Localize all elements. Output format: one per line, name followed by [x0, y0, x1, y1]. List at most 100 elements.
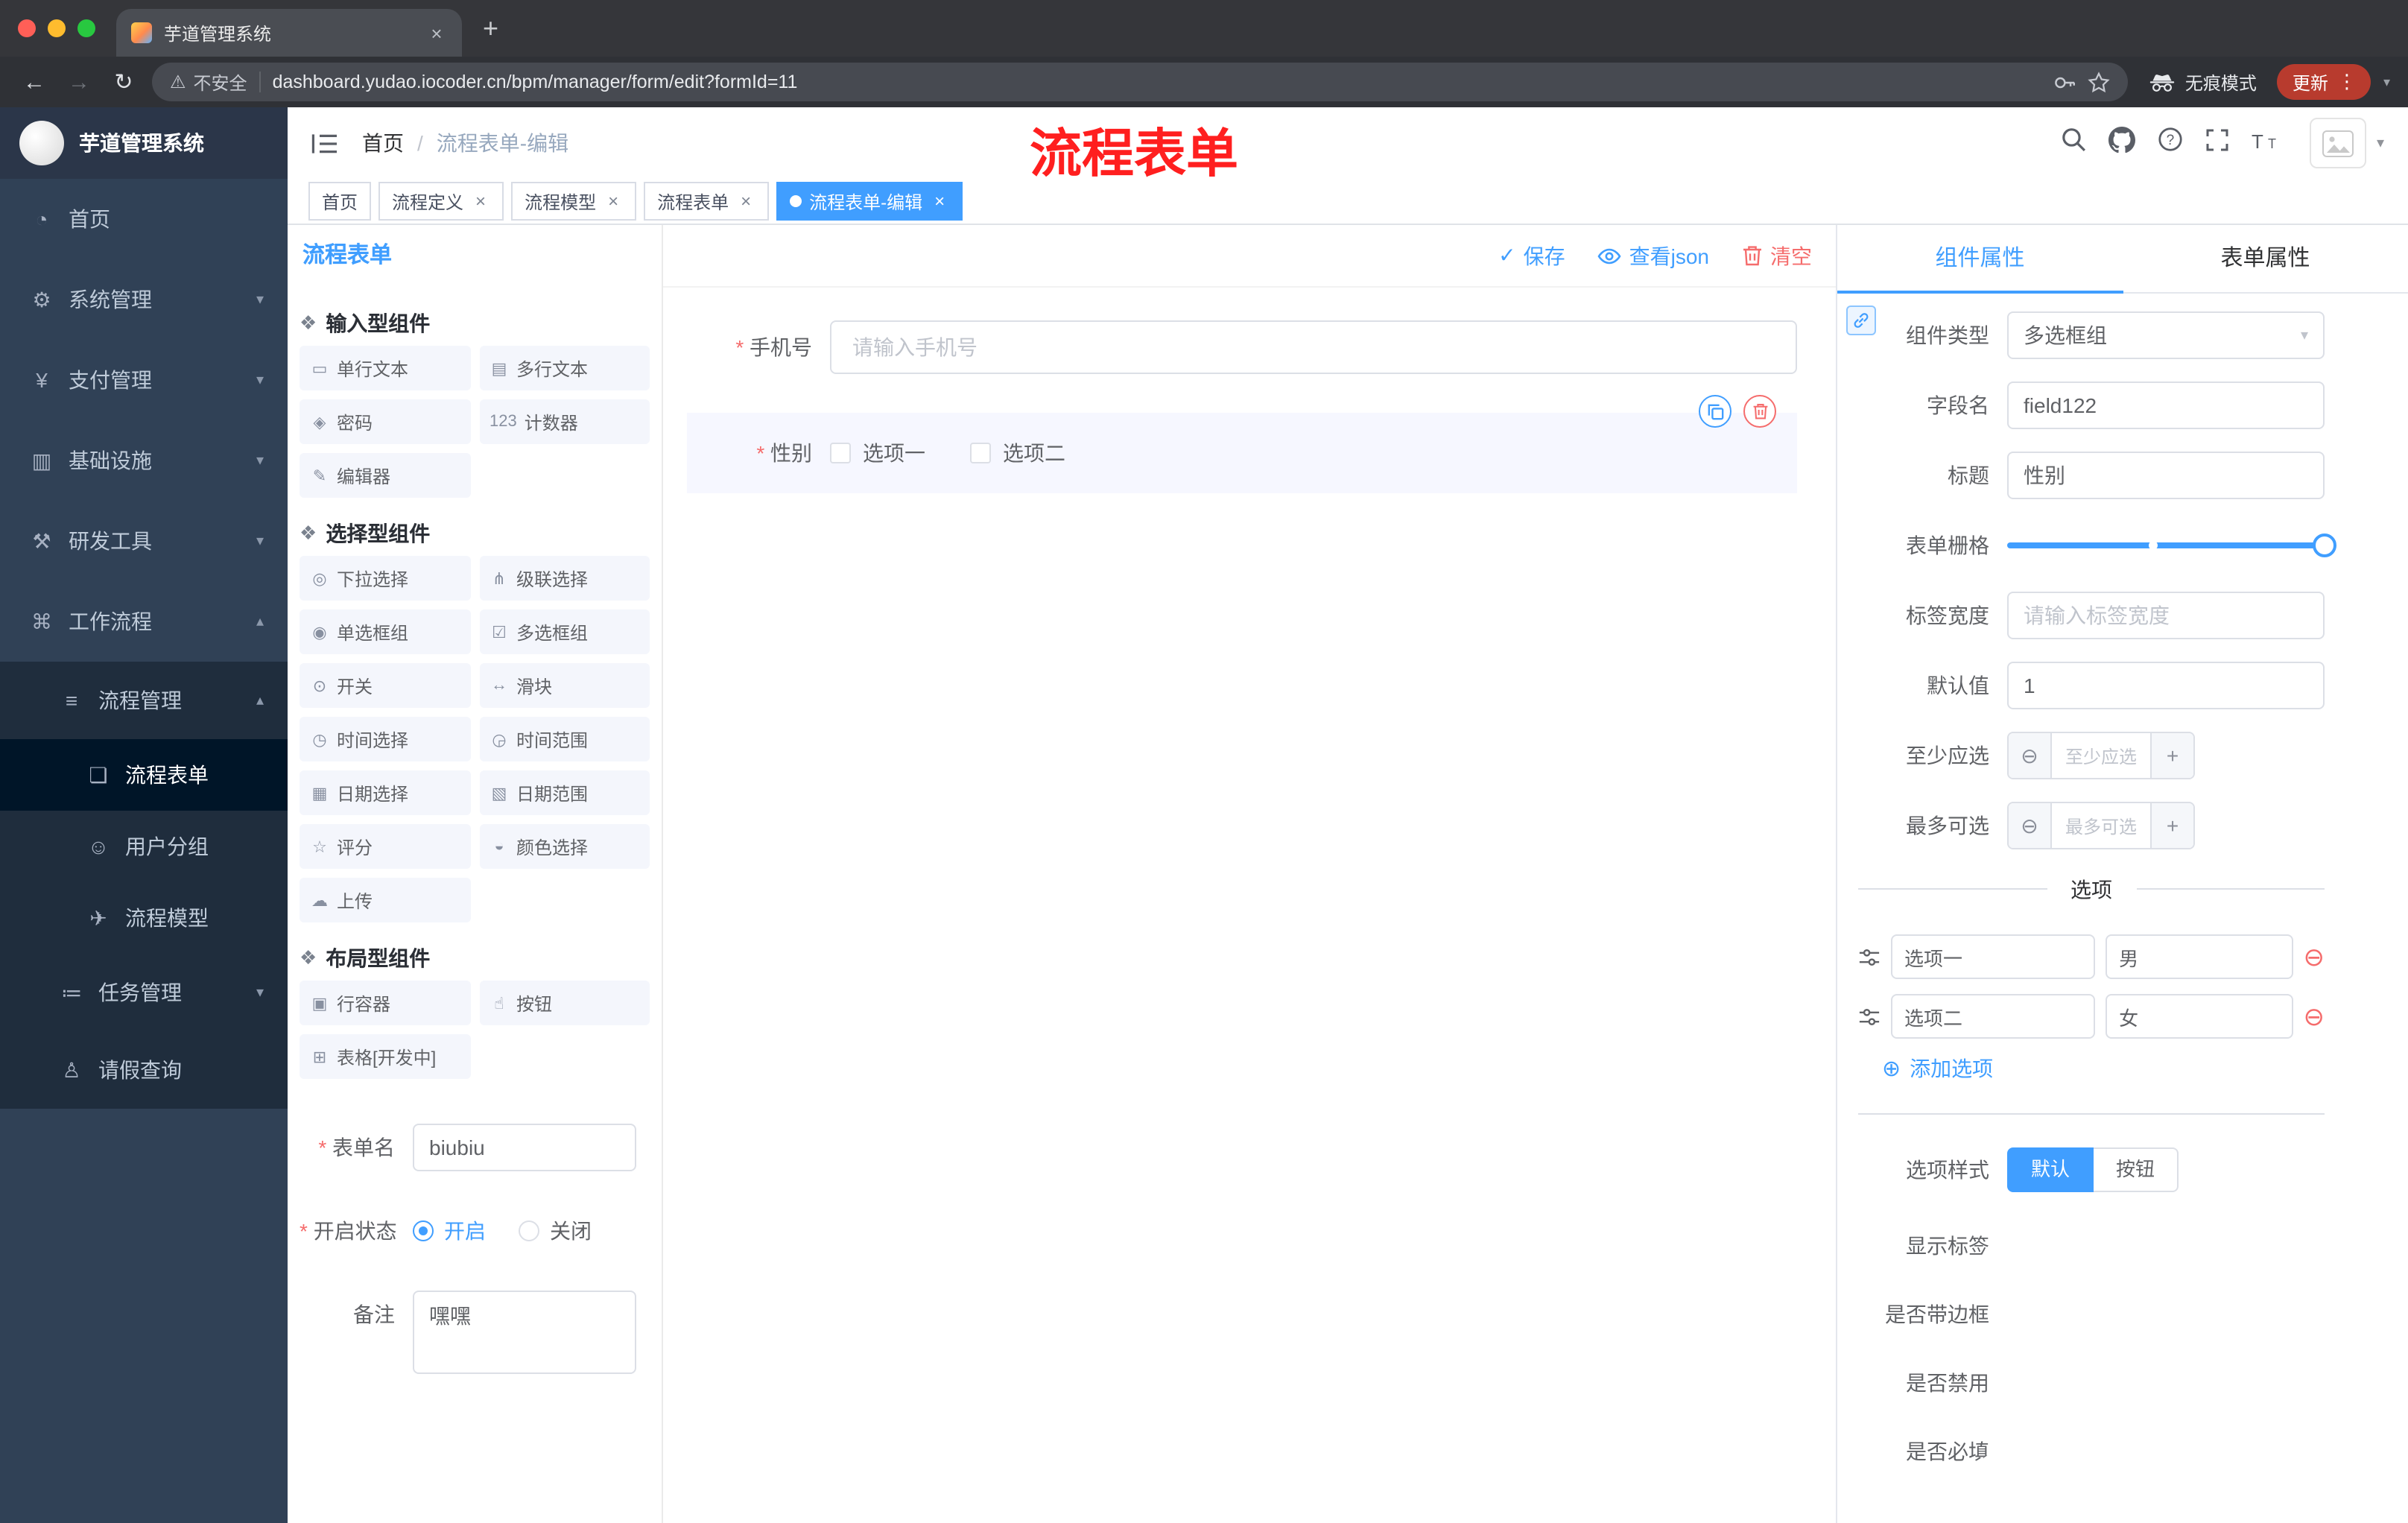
title-input[interactable] [2007, 452, 2325, 499]
help-icon[interactable]: ? [2158, 127, 2183, 159]
tag-close-icon[interactable]: × [603, 191, 623, 212]
tag-home[interactable]: 首页 [308, 182, 372, 221]
new-tab-button[interactable]: + [483, 13, 498, 44]
palette-component-item[interactable]: ◒ 颜色选择 [479, 824, 650, 869]
palette-component-item[interactable]: 123 计数器 [479, 399, 650, 444]
palette-component-item[interactable]: ☆ 评分 [300, 824, 470, 869]
sidebar-item-user-group[interactable]: ☺ 用户分组 [0, 811, 288, 882]
phone-field-row[interactable]: 手机号 [687, 320, 1797, 374]
copy-component-button[interactable] [1699, 395, 1731, 428]
checkbox-option-1[interactable]: 选项一 [830, 438, 925, 468]
drag-handle-icon[interactable] [1858, 946, 1881, 968]
hamburger-icon[interactable] [311, 132, 338, 154]
decrease-button[interactable]: ⊖ [2009, 803, 2052, 848]
palette-component-item[interactable]: ◎ 下拉选择 [300, 556, 470, 601]
tag-close-icon[interactable]: × [930, 191, 949, 212]
palette-component-item[interactable]: ⊙ 开关 [300, 663, 470, 708]
form-remark-textarea[interactable]: 嘿嘿 [413, 1291, 636, 1374]
palette-component-item[interactable]: ☁ 上传 [300, 878, 470, 922]
grid-slider[interactable] [2007, 522, 2336, 569]
palette-component-item[interactable]: ☑ 多选框组 [479, 609, 650, 654]
default-value-input[interactable] [2007, 662, 2325, 709]
radio-open[interactable]: 开启 [413, 1216, 486, 1246]
forward-icon[interactable]: → [63, 69, 95, 95]
palette-component-item[interactable]: ◈ 密码 [300, 399, 470, 444]
palette-component-item[interactable]: ▦ 日期选择 [300, 770, 470, 815]
checkbox-option-2[interactable]: 选项二 [970, 438, 1065, 468]
sidebar-item-workflow[interactable]: ⌘ 工作流程 ▴ [0, 581, 288, 662]
tag-close-icon[interactable]: × [736, 191, 755, 212]
palette-component-item[interactable]: ▤ 多行文本 [479, 346, 650, 390]
password-key-icon[interactable] [2054, 71, 2076, 93]
palette-component-item[interactable]: ◶ 时间范围 [479, 717, 650, 762]
sidebar-item-leave-query[interactable]: ♙ 请假查询 [0, 1031, 288, 1109]
min-select-placeholder[interactable]: 至少应选 [2052, 733, 2150, 778]
tag-process-definition[interactable]: 流程定义 × [378, 182, 504, 221]
tab-form-props[interactable]: 表单属性 [2123, 225, 2408, 292]
breadcrumb-home[interactable]: 首页 [362, 128, 404, 158]
decrease-button[interactable]: ⊖ [2009, 733, 2052, 778]
view-json-button[interactable]: 查看json [1598, 241, 1709, 270]
option-style-default-button[interactable]: 默认 [2007, 1147, 2094, 1192]
max-select-placeholder[interactable]: 最多可选 [2052, 803, 2150, 848]
option-value-input[interactable] [2106, 934, 2293, 979]
remove-option-icon[interactable]: ⊖ [2304, 944, 2325, 969]
tag-close-icon[interactable]: × [471, 191, 490, 212]
gender-field-block-selected[interactable]: 性别 选项一 选项二 [687, 395, 1797, 493]
palette-component-item[interactable]: ◉ 单选框组 [300, 609, 470, 654]
tag-process-model[interactable]: 流程模型 × [511, 182, 637, 221]
component-type-select[interactable]: 多选框组 ▾ [2007, 311, 2325, 359]
search-icon[interactable] [2061, 127, 2086, 159]
back-icon[interactable]: ← [18, 69, 51, 95]
palette-component-item[interactable]: ↔ 滑块 [479, 663, 650, 708]
sidebar-item-infrastructure[interactable]: ▥ 基础设施 ▾ [0, 420, 288, 501]
tag-process-form-edit[interactable]: 流程表单-编辑 × [776, 182, 963, 221]
sidebar-item-payment[interactable]: ¥ 支付管理 ▾ [0, 340, 288, 420]
palette-component-item[interactable]: ▭ 单行文本 [300, 346, 470, 390]
form-name-input[interactable] [413, 1124, 636, 1171]
palette-component-item[interactable]: ☝ 按钮 [479, 981, 650, 1025]
clear-button[interactable]: 清空 [1742, 241, 1812, 270]
tab-close-icon[interactable]: × [426, 22, 447, 44]
browser-update-button[interactable]: 更新 ⋮ [2277, 64, 2371, 100]
url-field[interactable]: ⚠ 不安全 dashboard.yudao.iocoder.cn/bpm/man… [152, 63, 2129, 101]
sidebar-item-system[interactable]: ⚙ 系统管理 ▾ [0, 259, 288, 340]
sidebar-item-process-form[interactable]: ❏ 流程表单 [0, 739, 288, 811]
zoom-window-button[interactable] [77, 19, 95, 37]
option-style-button-button[interactable]: 按钮 [2094, 1147, 2179, 1192]
palette-component-item[interactable]: ▧ 日期范围 [479, 770, 650, 815]
save-button[interactable]: ✓ 保存 [1498, 241, 1565, 270]
option-name-input[interactable] [1891, 934, 2096, 979]
delete-component-button[interactable] [1743, 395, 1776, 428]
palette-component-item[interactable]: ⋔ 级联选择 [479, 556, 650, 601]
add-option-button[interactable]: ⊕ 添加选项 [1882, 1054, 2325, 1083]
label-width-input[interactable] [2007, 592, 2325, 639]
minimize-window-button[interactable] [48, 19, 66, 37]
remove-option-icon[interactable]: ⊖ [2304, 1004, 2325, 1029]
radio-closed[interactable]: 关闭 [519, 1216, 592, 1246]
link-icon[interactable] [1846, 305, 1876, 335]
sidebar-item-home[interactable]: ◔ 首页 [0, 179, 288, 259]
increase-button[interactable]: + [2150, 803, 2193, 848]
font-size-icon[interactable]: TT [2252, 129, 2280, 157]
sidebar-item-process-management[interactable]: ≡ 流程管理 ▴ [0, 662, 288, 739]
sidebar-item-task-management[interactable]: ≔ 任务管理 ▾ [0, 954, 288, 1031]
fullscreen-icon[interactable] [2205, 127, 2229, 159]
sidebar-item-process-model[interactable]: ✈ 流程模型 [0, 882, 288, 954]
option-name-input[interactable] [1891, 994, 2096, 1039]
palette-component-item[interactable]: ▣ 行容器 [300, 981, 470, 1025]
palette-component-item[interactable]: ✎ 编辑器 [300, 453, 470, 498]
phone-input[interactable] [830, 320, 1797, 374]
option-value-input[interactable] [2106, 994, 2293, 1039]
slider-track[interactable] [2007, 533, 2336, 557]
tab-component-props[interactable]: 组件属性 [1837, 225, 2123, 294]
palette-component-item[interactable]: ⊞ 表格[开发中] [300, 1034, 470, 1079]
reload-icon[interactable]: ↻ [107, 69, 140, 95]
slider-handle[interactable] [2313, 533, 2336, 557]
palette-component-item[interactable]: ◷ 时间选择 [300, 717, 470, 762]
sidebar-item-devtools[interactable]: ⚒ 研发工具 ▾ [0, 501, 288, 581]
tag-process-form[interactable]: 流程表单 × [644, 182, 770, 221]
github-icon[interactable] [2108, 126, 2135, 160]
increase-button[interactable]: + [2150, 733, 2193, 778]
bookmark-star-icon[interactable] [2088, 71, 2111, 93]
